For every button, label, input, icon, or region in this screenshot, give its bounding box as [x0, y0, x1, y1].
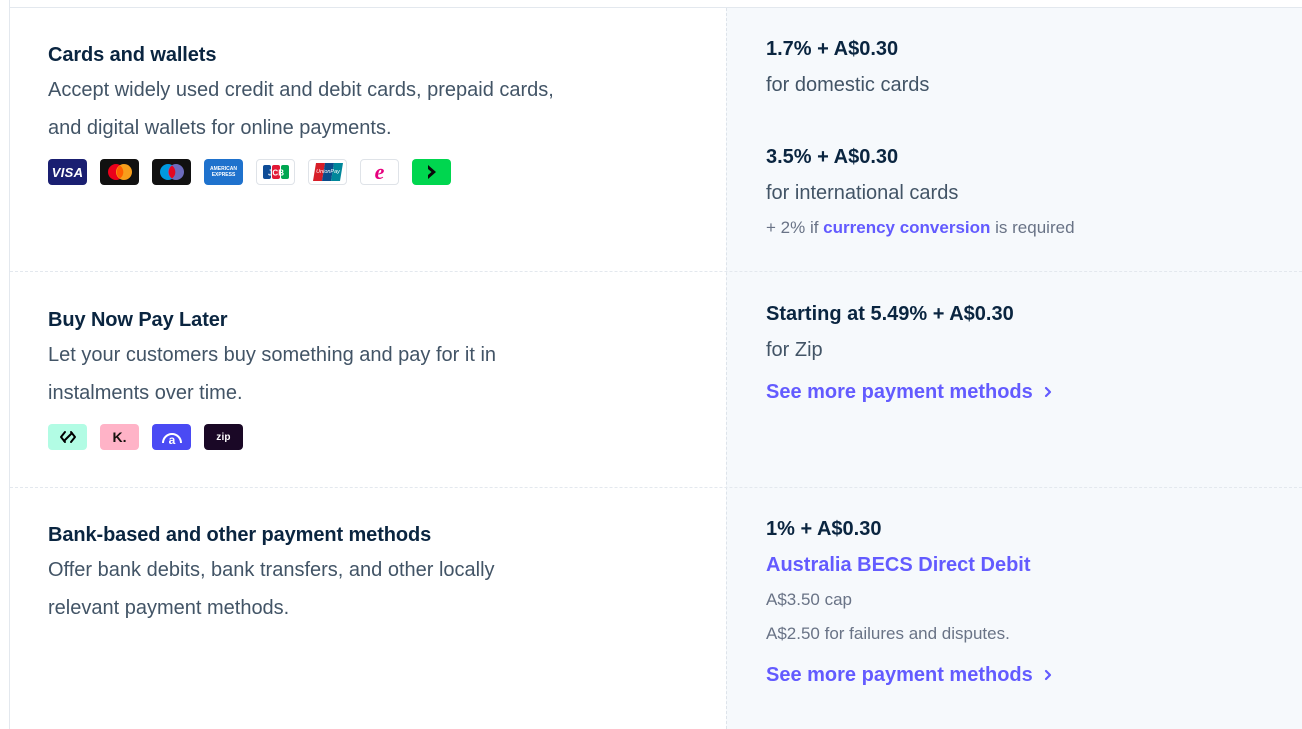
- section-description-block: Cards and wallets Accept widely used cre…: [48, 41, 708, 185]
- becs-price: 1% + A$0.30: [766, 518, 882, 540]
- chevron-right-icon: [1044, 386, 1051, 398]
- pricing-block: Starting at 5.49% + A$0.30 for Zip See m…: [766, 296, 1286, 410]
- link-label: See more payment methods: [766, 664, 1033, 686]
- section-description-line: Let your customers buy something and pay…: [48, 344, 497, 366]
- becs-failure-fee: A$2.50 for failures and disputes.: [766, 624, 1010, 643]
- international-price-label: for international cards: [766, 182, 959, 204]
- section-description-line: Accept widely used credit and debit card…: [48, 79, 554, 101]
- jcb-icon: JCB: [256, 159, 295, 185]
- section-title: Bank-based and other payment methods: [48, 524, 432, 546]
- section-description-line: relevant payment methods.: [48, 597, 290, 619]
- zip-price: Starting at 5.49% + A$0.30: [766, 303, 1014, 325]
- payment-method-icons: VISA AMERICAN EXPRESS JCB UnionPay e: [48, 159, 708, 185]
- becs-direct-debit-link[interactable]: Australia BECS Direct Debit: [766, 547, 1286, 583]
- visa-icon: VISA: [48, 159, 87, 185]
- see-more-payment-methods-link[interactable]: See more payment methods: [766, 374, 1286, 410]
- domestic-price-label: for domestic cards: [766, 74, 930, 96]
- amex-icon: AMERICAN EXPRESS: [204, 159, 243, 185]
- section-title: Buy Now Pay Later: [48, 309, 228, 331]
- svg-text:JCB: JCB: [267, 169, 283, 178]
- pricing-block: 1% + A$0.30 Australia BECS Direct Debit …: [766, 511, 1286, 693]
- currency-conversion-note: + 2% if currency conversion is required: [766, 211, 1286, 245]
- section-description-block: Buy Now Pay Later Let your customers buy…: [48, 306, 708, 450]
- payment-method-icons: K. a zip: [48, 424, 708, 450]
- affirm-icon: a: [152, 424, 191, 450]
- section-description-line: instalments over time.: [48, 382, 243, 404]
- arrow-pay-icon: [412, 159, 451, 185]
- pricing-block: 1.7% + A$0.30 for domestic cards 3.5% + …: [766, 31, 1286, 245]
- zip-price-label: for Zip: [766, 339, 823, 361]
- section-buy-now-pay-later: Buy Now Pay Later Let your customers buy…: [10, 272, 1302, 487]
- section-cards-and-wallets: Cards and wallets Accept widely used cre…: [10, 8, 1302, 271]
- international-price: 3.5% + A$0.30: [766, 146, 899, 168]
- currency-conversion-link[interactable]: currency conversion: [823, 218, 990, 237]
- section-title: Cards and wallets: [48, 44, 217, 66]
- maestro-icon: [152, 159, 191, 185]
- see-more-payment-methods-link[interactable]: See more payment methods: [766, 657, 1286, 693]
- zip-icon: zip: [204, 424, 243, 450]
- chevron-right-icon: [1044, 669, 1051, 681]
- svg-text:UnionPay: UnionPay: [316, 169, 341, 175]
- unionpay-icon: UnionPay: [308, 159, 347, 185]
- note-suffix: is required: [990, 218, 1075, 237]
- link-label: See more payment methods: [766, 381, 1033, 403]
- becs-cap: A$3.50 cap: [766, 590, 853, 609]
- klarna-icon: K.: [100, 424, 139, 450]
- note-prefix: + 2% if: [766, 218, 824, 237]
- eftpos-icon: e: [360, 159, 399, 185]
- domestic-price: 1.7% + A$0.30: [766, 38, 899, 60]
- section-description-line: and digital wallets for online payments.: [48, 117, 392, 139]
- mastercard-icon: [100, 159, 139, 185]
- section-bank-based: Bank-based and other payment methods Off…: [10, 488, 1302, 729]
- section-description-line: Offer bank debits, bank transfers, and o…: [48, 559, 495, 581]
- section-description-block: Bank-based and other payment methods Off…: [48, 521, 708, 627]
- afterpay-icon: [48, 424, 87, 450]
- svg-text:a: a: [168, 433, 175, 447]
